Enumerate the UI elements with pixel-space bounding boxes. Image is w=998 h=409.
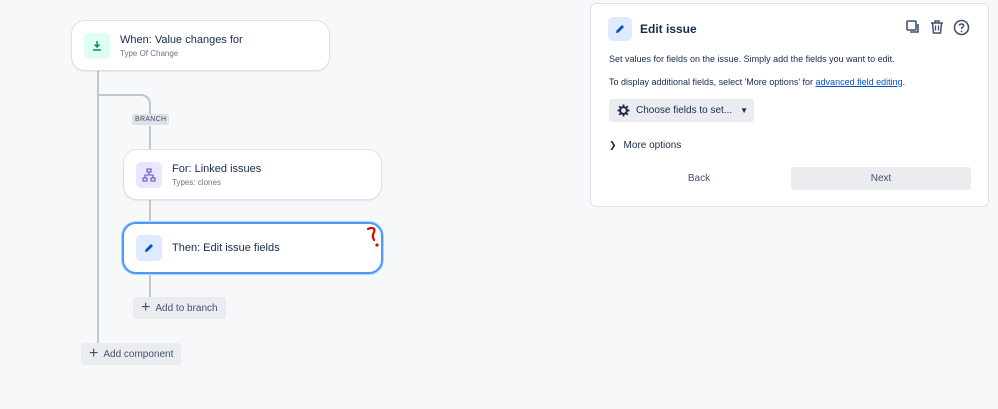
chevron-right-icon: ❯ xyxy=(609,140,617,150)
action-card[interactable]: Then: Edit issue fields xyxy=(122,222,383,274)
branch-connector-1 xyxy=(149,126,151,150)
branch-title: For: Linked issues xyxy=(172,162,262,175)
branch-tag: BRANCH xyxy=(132,114,170,125)
plus-icon: + xyxy=(89,345,99,362)
action-title: Then: Edit issue fields xyxy=(172,242,280,254)
add-to-branch-label: Add to branch xyxy=(155,302,218,314)
trigger-subtitle: Type Of Change xyxy=(120,48,179,58)
add-to-branch-button[interactable]: + Add to branch xyxy=(133,297,226,319)
trigger-card[interactable]: When: Value changes for Type Of Change xyxy=(71,20,330,71)
branch-subtitle: Types: clones xyxy=(172,177,221,187)
copy-icon[interactable] xyxy=(904,18,922,36)
choose-fields-label: Choose fields to set... xyxy=(636,105,733,116)
advanced-field-editing-link[interactable]: advanced field editing xyxy=(816,77,903,87)
panel-actions xyxy=(904,18,970,36)
description-2-suffix: . xyxy=(902,77,906,87)
trash-icon[interactable] xyxy=(928,18,946,36)
back-button[interactable]: Back xyxy=(609,167,789,190)
more-options-toggle[interactable]: ❯ More options xyxy=(609,140,681,151)
pencil-icon xyxy=(136,235,162,261)
help-icon[interactable] xyxy=(952,18,970,36)
more-options-label: More options xyxy=(623,140,682,151)
pencil-icon xyxy=(608,17,632,41)
add-component-button[interactable]: + Add component xyxy=(81,343,182,365)
panel-description-2: To display additional fields, select 'Mo… xyxy=(609,77,905,87)
gear-icon xyxy=(617,104,630,117)
next-button[interactable]: Next xyxy=(791,167,971,190)
download-icon xyxy=(84,32,110,59)
branch-connector-2 xyxy=(149,200,151,223)
branch-card[interactable]: For: Linked issues Types: clones xyxy=(123,149,382,200)
hierarchy-icon xyxy=(136,161,162,188)
panel-header: Edit issue xyxy=(608,17,697,41)
description-2-prefix: To display additional fields, select 'Mo… xyxy=(609,77,816,87)
automation-canvas: When: Value changes for Type Of Change B… xyxy=(0,0,998,409)
annotation-mark-icon xyxy=(366,226,379,247)
panel-description-1: Set values for fields on the issue. Simp… xyxy=(609,54,895,64)
chevron-down-icon: ▼ xyxy=(740,106,749,115)
branch-connector-3 xyxy=(149,273,151,298)
trigger-title: When: Value changes for xyxy=(120,33,243,46)
edit-issue-panel: Edit issue Set values for fields on the … xyxy=(590,3,989,207)
choose-fields-button[interactable]: Choose fields to set... ▼ xyxy=(609,99,754,122)
plus-icon: + xyxy=(141,299,151,316)
add-component-label: Add component xyxy=(103,348,174,360)
branch-connector-curve xyxy=(99,94,151,114)
panel-title: Edit issue xyxy=(640,22,697,36)
